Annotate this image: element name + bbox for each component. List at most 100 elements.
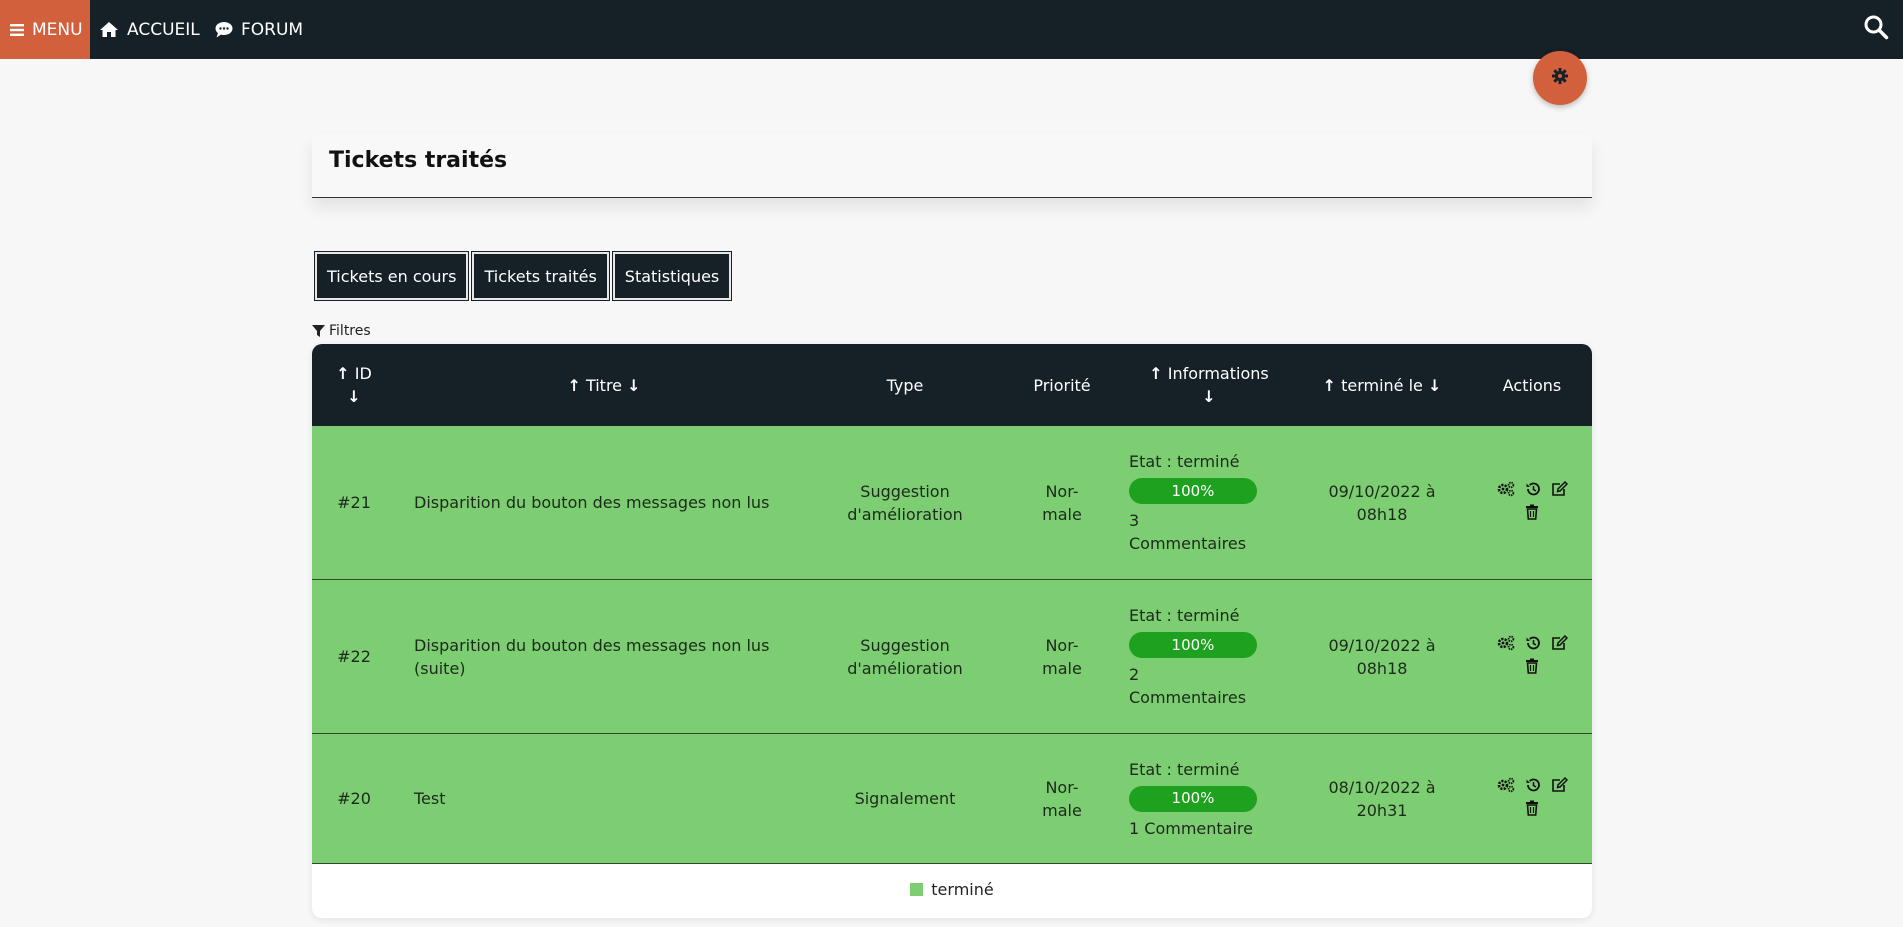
table-row: #22 Disparition du bouton des messages n… xyxy=(312,580,1592,734)
ticket-id: #22 xyxy=(337,647,371,666)
legend-swatch xyxy=(910,882,924,896)
legend-label: terminé xyxy=(931,879,994,899)
sort-asc-info-icon[interactable]: ↑ xyxy=(1149,362,1162,385)
ticket-title-link[interactable]: Test xyxy=(414,734,794,863)
ticket-state: Etat : terminé xyxy=(1129,452,1240,471)
trash-icon[interactable] xyxy=(1525,658,1539,678)
ticket-info: Etat : terminé 100% 3 Commentaires xyxy=(1129,426,1289,579)
ticket-tabs: Tickets en cours Tickets traités Statist… xyxy=(313,251,733,301)
table-row: #20 Test Signalement Nor-male Etat : ter… xyxy=(312,734,1592,864)
edit-icon[interactable] xyxy=(1551,776,1568,797)
home-icon xyxy=(99,21,119,38)
search-icon xyxy=(1863,14,1889,44)
bars-icon xyxy=(10,23,24,37)
header-title-label: Titre xyxy=(585,375,623,395)
header-finished: ↑ terminé le ↓ xyxy=(1297,344,1467,426)
progress-bar: 100% xyxy=(1129,785,1257,812)
date-line: 08h18 xyxy=(1356,658,1408,678)
settings-fab-button[interactable] xyxy=(1533,51,1587,105)
header-id: ↑ ID ↓ xyxy=(312,344,396,426)
ticket-actions xyxy=(1477,734,1587,863)
progress-label: 100% xyxy=(1171,635,1215,654)
ticket-type-line: Suggestion xyxy=(860,481,950,501)
ticket-actions xyxy=(1477,580,1587,733)
date-line: 08h18 xyxy=(1356,504,1408,524)
ticket-id: #20 xyxy=(337,789,371,808)
cogs-icon[interactable] xyxy=(1497,481,1515,501)
tab-tickets-en-cours[interactable]: Tickets en cours xyxy=(313,251,470,301)
priority-line: male xyxy=(1042,658,1082,678)
date-line: 08/10/2022 à xyxy=(1328,777,1436,797)
sort-asc-date-icon[interactable]: ↑ xyxy=(1323,374,1336,397)
sort-desc-id-icon[interactable]: ↓ xyxy=(347,385,360,408)
ticket-id: #21 xyxy=(337,493,371,512)
filter-icon xyxy=(312,324,325,338)
history-icon[interactable] xyxy=(1525,635,1541,655)
header-priority: Priorité xyxy=(1033,375,1091,395)
ticket-type: Suggestion d'amélioration xyxy=(810,426,1000,579)
priority-line: Nor- xyxy=(1045,635,1079,655)
sort-desc-info-icon[interactable]: ↓ xyxy=(1202,385,1215,408)
top-navbar: MENU ACCUEIL FORUM xyxy=(0,0,1903,59)
history-icon[interactable] xyxy=(1525,481,1541,501)
ticket-type-line: Suggestion xyxy=(860,635,950,655)
status-legend: terminé xyxy=(312,864,1592,914)
ticket-priority: Nor-male xyxy=(1012,580,1112,733)
ticket-type-line: d'amélioration xyxy=(847,658,963,678)
table-row: #21 Disparition du bouton des messages n… xyxy=(312,426,1592,580)
priority-line: Nor- xyxy=(1045,481,1079,501)
edit-icon[interactable] xyxy=(1551,480,1568,501)
date-line: 20h31 xyxy=(1356,800,1408,820)
table-header: ↑ ID ↓ ↑ Titre ↓ Type Priorité ↑ Informa… xyxy=(312,344,1592,426)
comment-icon xyxy=(215,21,233,38)
progress-label: 100% xyxy=(1171,481,1215,500)
priority-line: male xyxy=(1042,800,1082,820)
edit-icon[interactable] xyxy=(1551,634,1568,655)
header-title: ↑ Titre ↓ xyxy=(414,344,794,426)
trash-icon[interactable] xyxy=(1525,504,1539,524)
sort-asc-id-icon[interactable]: ↑ xyxy=(336,362,349,385)
ticket-title-link[interactable]: Disparition du bouton des messages non l… xyxy=(414,426,794,579)
ticket-actions xyxy=(1477,426,1587,579)
ticket-title-link[interactable]: Disparition du bouton des messages non l… xyxy=(414,580,794,733)
header-finished-label: terminé le xyxy=(1341,375,1423,395)
comments-label: Commentaires xyxy=(1129,688,1247,707)
comments-count: 2 xyxy=(1129,665,1140,684)
progress-label: 100% xyxy=(1171,789,1215,807)
ticket-finished-date: 08/10/2022 à 20h31 xyxy=(1297,734,1467,863)
history-icon[interactable] xyxy=(1525,777,1541,797)
comments-label: 1 Commentaire xyxy=(1129,818,1253,838)
nav-home-label: ACCUEIL xyxy=(127,19,200,40)
priority-line: Nor- xyxy=(1045,777,1079,797)
sort-asc-title-icon[interactable]: ↑ xyxy=(567,374,580,397)
page-title-card: Tickets traités xyxy=(312,134,1592,198)
ticket-title-line: (suite) xyxy=(414,658,466,678)
tab-statistiques[interactable]: Statistiques xyxy=(611,251,733,301)
progress-bar: 100% xyxy=(1129,478,1257,504)
cogs-icon[interactable] xyxy=(1497,777,1515,797)
ticket-priority: Nor-male xyxy=(1012,734,1112,863)
ticket-priority: Nor-male xyxy=(1012,426,1112,579)
ticket-state: Etat : terminé xyxy=(1129,759,1240,779)
sort-desc-title-icon[interactable]: ↓ xyxy=(627,374,640,397)
ticket-info: Etat : terminé 100% 1 Commentaire xyxy=(1129,734,1289,863)
ticket-state: Etat : terminé xyxy=(1129,606,1240,625)
nav-link-forum[interactable]: FORUM xyxy=(215,0,303,59)
menu-button[interactable]: MENU xyxy=(0,0,90,59)
priority-line: male xyxy=(1042,504,1082,524)
nav-link-accueil[interactable]: ACCUEIL xyxy=(99,0,200,59)
sort-desc-date-icon[interactable]: ↓ xyxy=(1428,374,1441,397)
filters-label: Filtres xyxy=(329,323,371,339)
search-button[interactable] xyxy=(1861,14,1891,44)
ticket-type: Signalement xyxy=(854,789,956,808)
header-info: ↑ Informations ↓ xyxy=(1129,344,1289,426)
cogs-icon[interactable] xyxy=(1497,635,1515,655)
trash-icon[interactable] xyxy=(1525,800,1539,820)
progress-bar: 100% xyxy=(1129,632,1257,658)
ticket-finished-date: 09/10/2022 à 08h18 xyxy=(1297,580,1467,733)
ticket-type: Suggestion d'amélioration xyxy=(810,580,1000,733)
tickets-table: ↑ ID ↓ ↑ Titre ↓ Type Priorité ↑ Informa… xyxy=(312,344,1592,918)
filters-toggle[interactable]: Filtres xyxy=(312,323,371,339)
tab-tickets-traites[interactable]: Tickets traités xyxy=(471,251,610,301)
header-info-label: Informations xyxy=(1167,364,1269,383)
